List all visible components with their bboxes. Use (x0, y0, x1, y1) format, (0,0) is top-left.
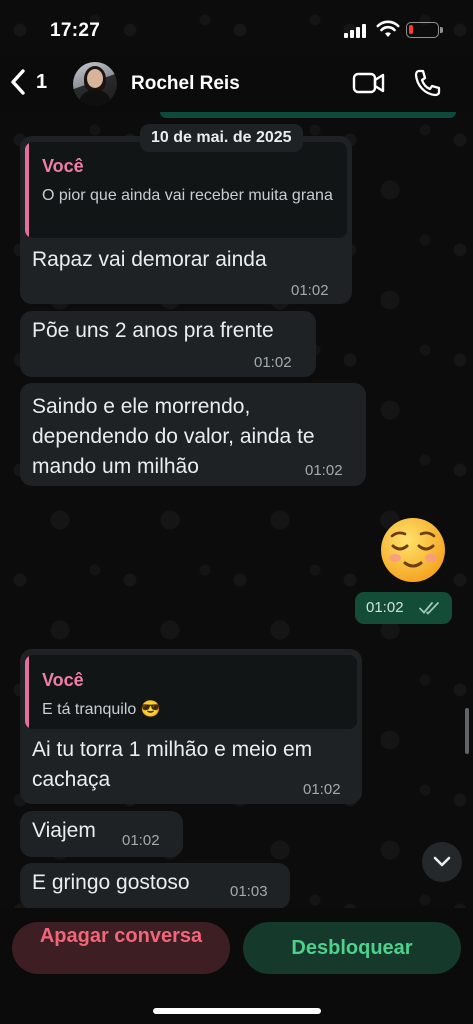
home-indicator[interactable] (153, 1008, 321, 1014)
message-text: Rapaz vai demorar ainda (32, 248, 267, 271)
message-bubble-incoming[interactable]: Saindo e ele morrendo, dependendo do val… (20, 383, 366, 486)
message-bubble-incoming[interactable]: Você E tá tranquilo 😎 Ai tu torra 1 milh… (20, 649, 362, 804)
voice-call-icon[interactable] (413, 68, 441, 98)
back-button[interactable]: 1 (10, 68, 47, 96)
relieved-face-emoji[interactable] (378, 515, 448, 585)
date-separator: 10 de mai. de 2025 (140, 124, 303, 152)
message-time: 01:02 (122, 832, 160, 849)
previous-outgoing-bubble-edge (160, 112, 456, 118)
message-text: Viajem (32, 819, 96, 842)
message-text: E gringo gostoso (32, 871, 190, 894)
message-meta-outgoing: 01:02 (355, 592, 452, 624)
message-bubble-incoming[interactable]: Viajem 01:02 (20, 811, 183, 857)
status-time: 17:27 (50, 20, 101, 41)
quote-author: Você (42, 670, 84, 690)
unread-count: 1 (36, 70, 48, 93)
message-time: 01:02 (291, 282, 329, 299)
quote-text: O pior que ainda vai receber muita grana (42, 187, 333, 204)
video-call-icon[interactable] (352, 70, 386, 96)
quote-accent-bar (25, 142, 29, 238)
chevron-down-icon (433, 856, 451, 867)
quote-author: Você (42, 156, 84, 176)
message-text: Põe uns 2 anos pra frente (32, 319, 274, 342)
scrollbar-thumb[interactable] (465, 708, 469, 754)
message-bubble-incoming[interactable]: Você O pior que ainda vai receber muita … (20, 136, 352, 304)
status-bar: 17:27 (0, 0, 473, 56)
contact-name[interactable]: Rochel Reis (131, 73, 240, 95)
unblock-button[interactable]: Desbloquear (243, 922, 461, 974)
message-time: 01:02 (305, 462, 343, 479)
chevron-left-icon (11, 69, 25, 95)
contact-avatar[interactable] (73, 62, 117, 106)
message-bubble-incoming[interactable]: E gringo gostoso 01:03 (20, 863, 290, 909)
message-time: 01:02 (303, 781, 341, 798)
scroll-to-bottom-button[interactable] (422, 842, 462, 882)
blocked-contact-actions: Apagar conversa Desbloquear (0, 908, 473, 1024)
message-bubble-incoming[interactable]: Põe uns 2 anos pra frente 01:02 (20, 311, 316, 377)
message-time: 01:03 (230, 883, 268, 900)
wifi-icon (376, 20, 400, 37)
double-check-read-icon (419, 602, 439, 615)
quote-text: E tá tranquilo 😎 (42, 701, 161, 718)
chat-header: 1 Rochel Reis (0, 56, 473, 112)
battery-icon (406, 22, 443, 38)
message-time: 01:02 (254, 354, 292, 371)
cellular-signal-icon (344, 24, 366, 38)
delete-chat-button[interactable]: Apagar conversa (12, 922, 230, 974)
quoted-message[interactable]: Você E tá tranquilo 😎 (25, 655, 357, 729)
message-time: 01:02 (366, 599, 404, 616)
quote-accent-bar (25, 655, 29, 729)
quoted-message[interactable]: Você O pior que ainda vai receber muita … (25, 142, 347, 238)
